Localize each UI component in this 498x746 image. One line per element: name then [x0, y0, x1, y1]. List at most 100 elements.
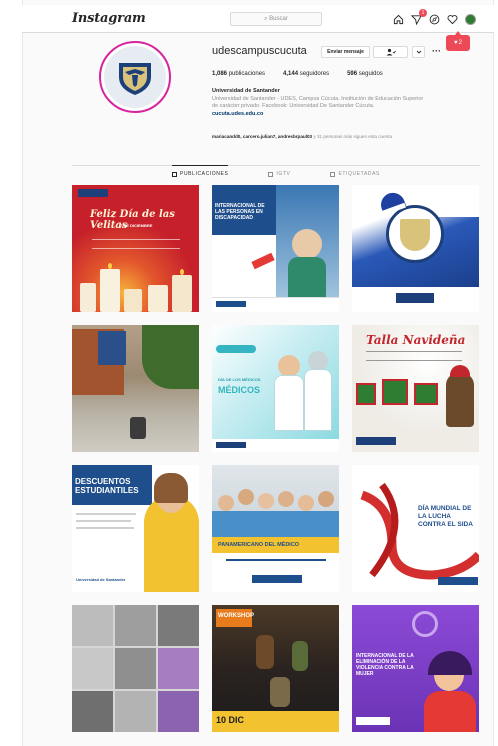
heart-icon[interactable] — [446, 13, 459, 26]
collage-photo — [115, 691, 156, 732]
post-thumbnail[interactable]: Talla Navideña — [352, 325, 479, 452]
udes-logo-badge — [438, 577, 478, 585]
udes-logo-badge — [78, 189, 108, 197]
following-count: 596 — [347, 71, 358, 77]
followers-count: 4,144 — [283, 71, 299, 77]
profile-username: udescampuscucuta — [212, 45, 307, 57]
person — [278, 491, 294, 507]
post-thumbnail[interactable]: PANAMERICANO DEL MÉDICO — [212, 465, 339, 592]
rocket-graphic — [251, 252, 275, 270]
text-line — [226, 559, 326, 561]
subtitle-lines — [366, 351, 462, 361]
tab-label: PUBLICACIONES — [180, 171, 229, 177]
top-nav: Instagram ⌕ Buscar 1 — [22, 5, 494, 33]
text-line — [76, 520, 131, 522]
collage-photo — [72, 605, 113, 646]
post-title: Talla Navideña — [366, 333, 466, 347]
prize-box — [414, 383, 438, 405]
doctor-illustration — [304, 369, 332, 431]
post-brand: Universidad de Santander — [76, 577, 126, 582]
post-thumbnail[interactable]: DESCUENTOS ESTUDIANTILES Universidad de … — [72, 465, 199, 592]
udes-logo-badge — [216, 442, 246, 448]
collage-photo — [72, 691, 113, 732]
venus-symbol — [412, 611, 438, 637]
collage-photo — [158, 648, 199, 689]
shield-center — [400, 219, 430, 251]
grid-icon — [172, 171, 178, 177]
person — [298, 495, 314, 511]
search-input[interactable]: ⌕ Buscar — [230, 12, 322, 26]
collage-photo — [115, 648, 156, 689]
trees — [142, 325, 199, 389]
heart-icon: ♥ — [454, 40, 458, 46]
collage-photo — [158, 605, 199, 646]
profile-full-name: Universidad de Santander — [212, 88, 280, 94]
followers-label: seguidores — [299, 71, 330, 77]
figurine — [292, 641, 308, 671]
bio-line-2: de carácter privado. Facebook: Universid… — [212, 103, 375, 110]
post-thumbnail[interactable]: INTERNACIONAL DE LA ELIMINACIÓN DE LA VI… — [352, 605, 479, 732]
doctor-illustration — [308, 351, 328, 371]
followed-by-text[interactable]: mariacandd0, carcero.julian7, andresbrpa… — [212, 134, 472, 139]
post-title: INTERNACIONAL DE LAS PERSONAS EN DISCAPA… — [215, 203, 265, 221]
post-title: WORKSHOP — [218, 613, 254, 619]
posts-grid: Feliz Día de las Velitas 7 DE DICIEMBRE … — [72, 185, 480, 732]
profile-bio: Universidad de Santander Universidad de … — [212, 88, 472, 118]
post-thumbnail[interactable]: INTERNACIONAL DE LAS PERSONAS EN DISCAPA… — [212, 185, 339, 312]
figurine — [270, 677, 290, 707]
person-photo — [292, 229, 322, 259]
person — [238, 489, 254, 505]
profile-website-link[interactable]: cucuta.udes.edu.co — [212, 111, 472, 119]
suggestions-dropdown-button[interactable] — [412, 46, 425, 58]
post-thumbnail[interactable] — [72, 605, 199, 732]
send-message-button[interactable]: Enviar mensaje — [321, 46, 370, 58]
profile-avatar[interactable] — [99, 41, 171, 113]
more-options-icon[interactable]: ··· — [432, 46, 441, 56]
doctor-illustration — [278, 355, 300, 377]
post-title: PANAMERICANO DEL MÉDICO — [218, 542, 300, 548]
flame — [180, 269, 184, 275]
post-kicker: DÍA DE LOS MÉDICOS — [218, 377, 261, 382]
following-button[interactable] — [373, 46, 408, 58]
explore-icon[interactable] — [428, 13, 441, 26]
profile-stats: 1,086 publicaciones 4,144 seguidores 596… — [212, 71, 383, 77]
direct-badge: 1 — [419, 8, 427, 17]
person-photo — [288, 257, 326, 297]
post-thumbnail[interactable] — [72, 325, 199, 452]
post-thumbnail[interactable] — [352, 185, 479, 312]
post-thumbnail[interactable]: WORKSHOP 10 DIC — [212, 605, 339, 732]
sculpture — [130, 417, 146, 439]
home-icon[interactable] — [392, 13, 405, 26]
tab-publicaciones[interactable]: PUBLICACIONES — [172, 165, 229, 177]
bio-line-1: Universidad de Santander - UDES, Campus … — [212, 95, 424, 102]
tab-igtv[interactable]: IGTV — [268, 166, 290, 177]
collage-photo — [72, 648, 113, 689]
instagram-logo[interactable]: Instagram — [72, 11, 146, 26]
posts-count: 1,086 — [212, 71, 228, 77]
text-line — [76, 527, 134, 529]
post-thumbnail[interactable]: DÍA DE LOS MÉDICOS MÉDICOS — [212, 325, 339, 452]
udes-logo-badge — [356, 437, 396, 445]
followed-by-names: mariacandd0, carcero.julian7, andresbrpa… — [212, 134, 313, 139]
person — [258, 493, 274, 509]
tab-label: ETIQUETADAS — [338, 171, 380, 177]
collage-photo — [158, 691, 199, 732]
doctor-illustration — [274, 375, 304, 431]
profile-avatar-icon[interactable] — [464, 13, 477, 26]
person — [218, 495, 234, 511]
posts-label: publicaciones — [228, 71, 266, 77]
post-thumbnail[interactable]: Feliz Día de las Velitas 7 DE DICIEMBRE — [72, 185, 199, 312]
activity-notification[interactable]: ♥ 2 — [446, 31, 470, 51]
tab-etiquetadas[interactable]: ETIQUETADAS — [330, 166, 380, 177]
followers-stat[interactable]: 4,144 seguidores — [283, 71, 329, 77]
chevron-down-icon — [416, 50, 421, 54]
following-stat[interactable]: 596 seguidos — [347, 71, 383, 77]
direct-icon[interactable]: 1 — [410, 8, 427, 26]
candle — [80, 283, 96, 312]
scrubs — [212, 511, 339, 537]
notification-count: 2 — [458, 40, 462, 46]
followed-by-rest: y 31 personas más siguen esta cuenta — [313, 134, 393, 139]
banner — [98, 331, 126, 365]
post-thumbnail[interactable]: DÍA MUNDIAL DE LA LUCHA CONTRA EL SIDA — [352, 465, 479, 592]
photo-collage — [72, 605, 199, 732]
